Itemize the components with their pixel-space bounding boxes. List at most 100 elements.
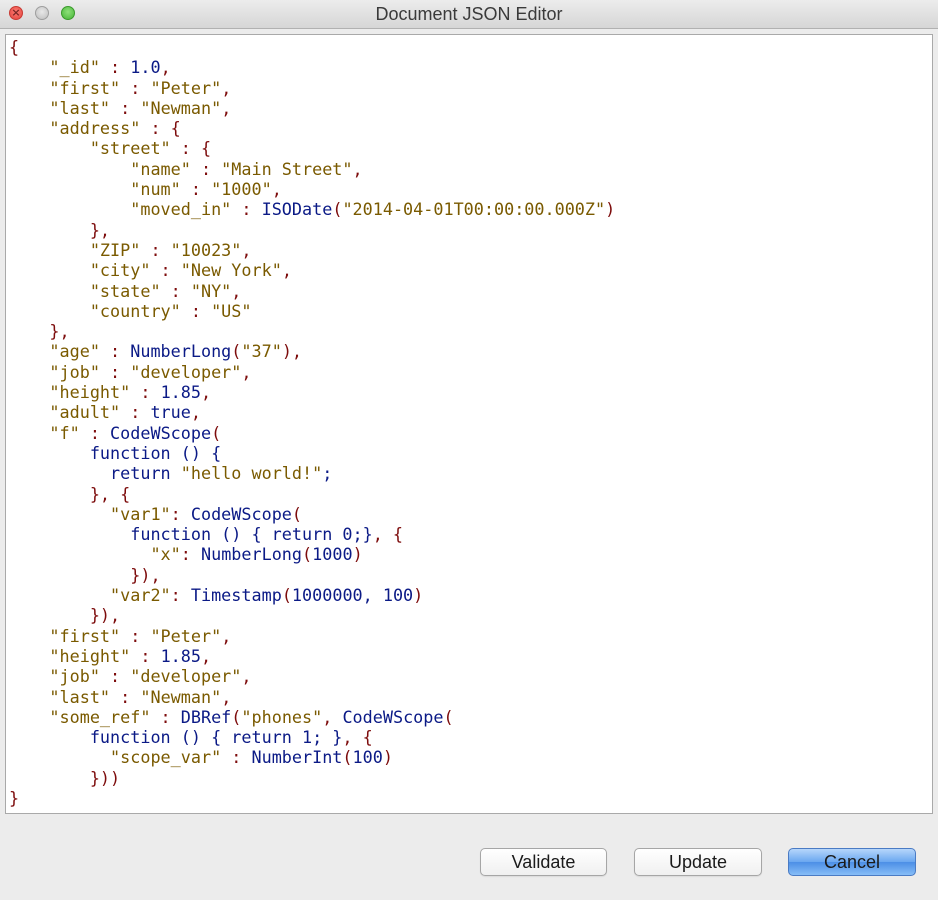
code-string-token: "Newman"	[140, 686, 222, 707]
code-string-token: "city"	[9, 260, 151, 281]
code-punctuation-token: ,	[221, 77, 232, 98]
code-string-token: "x"	[9, 544, 181, 565]
code-line: },	[9, 220, 615, 240]
code-line: function () {	[9, 443, 615, 463]
code-punctuation-token: (	[342, 747, 353, 768]
code-string-token: "37"	[241, 341, 282, 362]
code-punctuation-token: },	[9, 219, 111, 240]
code-value-token: ISODate	[261, 199, 333, 220]
code-value-token: 100	[352, 747, 383, 768]
code-line: "first" : "Peter",	[9, 626, 615, 646]
code-punctuation-token: ,	[221, 686, 232, 707]
code-punctuation-token: ,	[200, 645, 212, 666]
code-string-token: "Newman"	[140, 97, 222, 118]
code-punctuation-token: }, {	[9, 483, 131, 504]
code-value-token: NumberLong	[200, 544, 303, 565]
cancel-button[interactable]: Cancel	[788, 848, 916, 876]
code-line: }),	[9, 605, 615, 625]
json-editor-textarea[interactable]: { "_id" : 1.0, "first" : "Peter", "last"…	[5, 34, 933, 814]
code-string-token: "job"	[9, 361, 100, 382]
code-string-token: "phones"	[241, 706, 323, 727]
code-punctuation-token: :	[99, 666, 131, 687]
code-string-token: "first"	[9, 625, 121, 646]
code-punctuation-token: },	[9, 321, 70, 342]
code-line: "last" : "Newman",	[9, 98, 615, 118]
code-string-token: "name"	[9, 158, 191, 179]
code-punctuation-token: :	[130, 645, 161, 666]
code-punctuation-token: :	[99, 361, 131, 382]
code-string-token: "hello world!"	[180, 463, 323, 484]
code-value-token: function () {	[9, 442, 222, 463]
code-punctuation-token: ,	[241, 666, 252, 687]
code-string-token: "address"	[9, 118, 141, 139]
code-value-token: CodeWScope	[190, 503, 292, 524]
window-title: Document JSON Editor	[375, 4, 563, 24]
code-string-token: "height"	[9, 382, 131, 403]
code-line: "num" : "1000",	[9, 179, 615, 199]
code-string-token: "US"	[211, 300, 252, 321]
code-punctuation-token: :	[160, 280, 191, 301]
code-value-token: 1.85	[160, 645, 201, 666]
code-string-token: "age"	[9, 341, 100, 362]
code-punctuation-token: )	[382, 747, 393, 768]
code-string-token: "some_ref"	[9, 706, 151, 727]
code-value-token: NumberInt	[251, 747, 343, 768]
code-line: }, {	[9, 484, 615, 504]
code-string-token: "last"	[9, 97, 111, 118]
code-value-token: ;	[322, 463, 333, 484]
code-value-token: function () { return 1; }	[9, 727, 343, 748]
code-string-token: "num"	[9, 179, 181, 200]
code-line: "moved_in" : ISODate("2014-04-01T00:00:0…	[9, 199, 615, 219]
code-string-token: "adult"	[9, 402, 121, 423]
code-punctuation-token: )	[605, 199, 616, 220]
code-punctuation-token: ,	[271, 179, 282, 200]
code-line: "address" : {	[9, 118, 615, 138]
code-string-token: "ZIP"	[9, 239, 141, 260]
code-string-token: "street"	[9, 138, 171, 159]
code-string-token: "last"	[9, 686, 111, 707]
code-punctuation-token: (	[302, 544, 313, 565]
code-punctuation-token: {	[9, 37, 20, 57]
code-line: "name" : "Main Street",	[9, 159, 615, 179]
validate-button[interactable]: Validate	[480, 848, 607, 876]
code-value-token: function () { return 0;}	[9, 524, 373, 545]
code-line: "height" : 1.85,	[9, 382, 615, 402]
code-string-token: "job"	[9, 666, 100, 687]
code-string-token: "1000"	[211, 179, 272, 200]
code-string-token: "state"	[9, 280, 161, 301]
title-bar[interactable]: × Document JSON Editor	[0, 0, 938, 29]
code-punctuation-token: ,	[241, 361, 252, 382]
code-line: "job" : "developer",	[9, 362, 615, 382]
code-string-token: "first"	[9, 77, 121, 98]
code-line: "job" : "developer",	[9, 666, 615, 686]
code-line: "adult" : true,	[9, 402, 615, 422]
update-button[interactable]: Update	[634, 848, 762, 876]
code-string-token: "developer"	[130, 666, 242, 687]
code-line: "street" : {	[9, 138, 615, 158]
code-punctuation-token: ,	[281, 260, 292, 281]
code-line: "age" : NumberLong("37"),	[9, 341, 615, 361]
code-punctuation-token: }))	[9, 767, 121, 788]
code-line: "height" : 1.85,	[9, 646, 615, 666]
code-punctuation-token: ,	[200, 382, 212, 403]
code-punctuation-token: :	[99, 57, 131, 78]
code-punctuation-token: :	[180, 179, 212, 200]
code-line: "last" : "Newman",	[9, 687, 615, 707]
code-punctuation-token: :	[79, 422, 111, 443]
code-punctuation-token: }),	[9, 564, 161, 585]
code-string-token: "height"	[9, 645, 131, 666]
code-line: "var2": Timestamp(1000000, 100)	[9, 585, 615, 605]
code-string-token: "NY"	[190, 280, 232, 301]
code-punctuation-token: :	[190, 158, 222, 179]
code-punctuation-token: (	[281, 585, 292, 606]
code-line: }	[9, 788, 615, 808]
code-value-token: NumberLong	[130, 341, 232, 362]
code-punctuation-token: ),	[281, 341, 303, 362]
code-punctuation-token: (	[231, 706, 242, 727]
code-punctuation-token: ,	[352, 158, 363, 179]
code-punctuation-token: ,	[190, 402, 201, 423]
code-punctuation-token: , {	[372, 524, 404, 545]
code-punctuation-token: :	[120, 77, 151, 98]
code-punctuation-token: (	[291, 503, 303, 524]
code-punctuation-token: ,	[322, 706, 343, 727]
